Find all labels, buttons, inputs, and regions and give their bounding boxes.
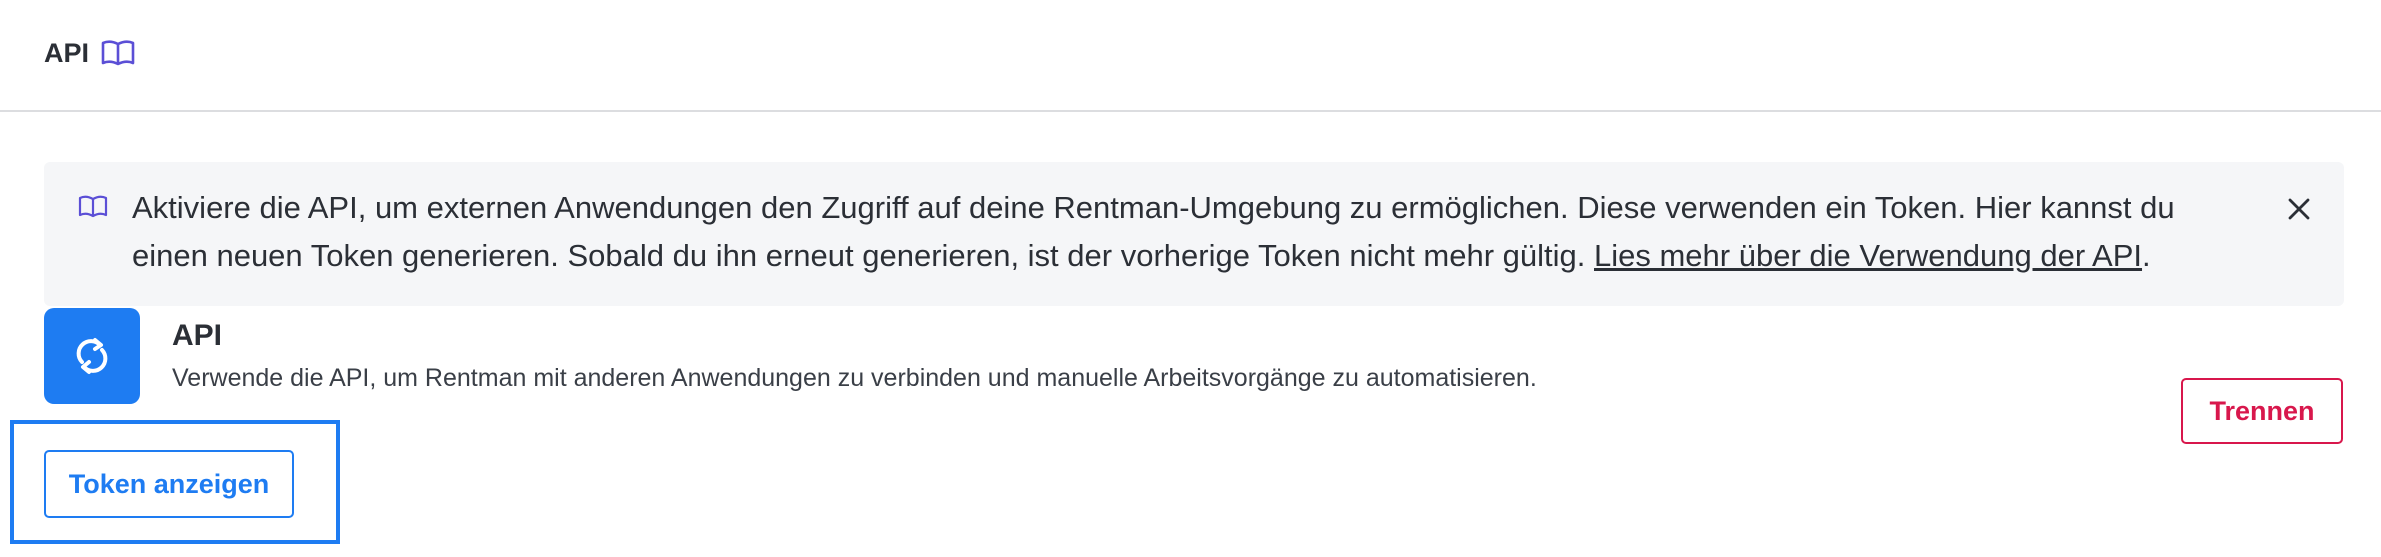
integration-description: Verwende die API, um Rentman mit anderen…: [172, 364, 1537, 392]
sync-icon: [76, 338, 108, 374]
close-icon[interactable]: [2282, 192, 2316, 226]
api-app-icon: [44, 308, 140, 404]
book-icon[interactable]: [100, 38, 136, 68]
page-header: API: [0, 0, 2381, 112]
page-title: API: [44, 38, 90, 68]
api-settings-page: API Aktiviere die API, um externen Anwen…: [0, 0, 2381, 557]
disconnect-button[interactable]: Trennen: [2181, 378, 2343, 444]
banner-text-suffix: .: [2142, 238, 2151, 273]
banner-message: Aktiviere die API, um externen Anwendung…: [132, 184, 2242, 280]
info-banner: Aktiviere die API, um externen Anwendung…: [44, 162, 2344, 306]
show-token-button[interactable]: Token anzeigen: [44, 450, 294, 518]
book-icon: [78, 195, 108, 218]
integration-title: API: [172, 319, 223, 352]
api-docs-link[interactable]: Lies mehr über die Verwendung der API: [1594, 238, 2142, 273]
